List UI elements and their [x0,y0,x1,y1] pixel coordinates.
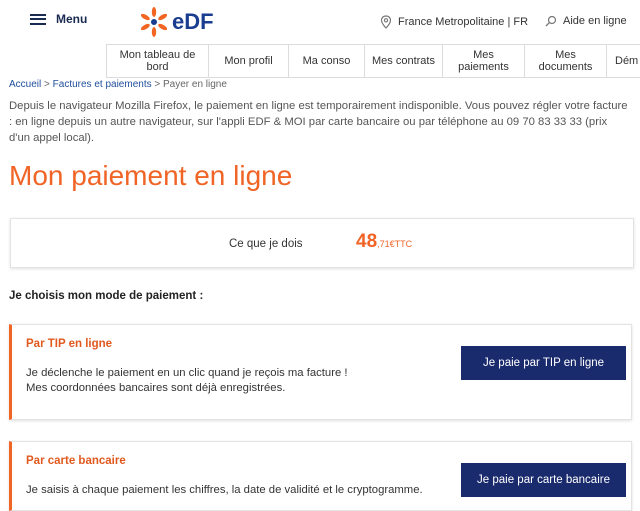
edf-logo[interactable]: eDF [138,6,214,38]
site-header: Menu eDF France Metropolitaine | FR Aide… [0,0,640,44]
payment-option-card: Par carte bancaire Je saisis à chaque pa… [9,441,632,511]
help-link[interactable]: Aide en ligne [545,15,627,27]
logo-text: eDF [172,9,214,34]
page-title: Mon paiement en ligne [9,160,293,191]
breadcrumb-home-link[interactable]: Accueil [9,79,41,90]
payment-option-title: Par TIP en ligne [26,338,113,350]
account-subnav: Mon tableau de bord Mon profil Ma conso … [106,44,640,78]
region-label: France Metropolitaine | FR [398,16,529,28]
hamburger-icon [30,13,46,25]
amount-decimal: ,71 [377,239,390,249]
subnav-item-consumption[interactable]: Ma conso [288,45,364,77]
breadcrumb-section-link[interactable]: Factures et paiements [53,79,152,90]
amount-due-card: Ce que je dois 48,71€TTC [10,218,634,268]
breadcrumb-separator: > [41,79,53,90]
search-icon [545,15,557,27]
subnav-item-documents[interactable]: Mes documents [524,45,606,77]
menu-button[interactable]: Menu [30,12,87,26]
subnav-item-profile[interactable]: Mon profil [208,45,288,77]
payment-option-tip: Par TIP en ligne Je déclenche le paiemen… [9,324,632,420]
pay-tip-button[interactable]: Je paie par TIP en ligne [461,346,626,380]
description-line: Je déclenche le paiement en un clic quan… [26,367,348,379]
subnav-item-contracts[interactable]: Mes contrats [364,45,442,77]
browser-notice: Depuis le navigateur Mozilla Firefox, le… [9,100,628,144]
edf-sun-icon [140,7,168,37]
payment-option-description: Je saisis à chaque paiement les chiffres… [26,484,423,496]
payment-option-description: Je déclenche le paiement en un clic quan… [26,366,348,396]
pay-card-button[interactable]: Je paie par carte bancaire [461,463,626,497]
subnav-item-dashboard[interactable]: Mon tableau de bord [106,45,208,77]
location-pin-icon [380,15,392,29]
breadcrumb-separator: > [151,79,163,90]
amount-due-value: 48,71€TTC [356,231,412,253]
breadcrumb: Accueil > Factures et paiements > Payer … [9,79,227,90]
amount-due-label: Ce que je dois [229,238,303,250]
payment-option-title: Par carte bancaire [26,455,126,467]
subnav-item-payments[interactable]: Mes paiements [442,45,524,77]
breadcrumb-current: Payer en ligne [163,79,227,90]
region-selector[interactable]: France Metropolitaine | FR [380,15,528,29]
menu-label: Menu [56,12,88,26]
description-line: Mes coordonnées bancaires sont déjà enre… [26,382,286,394]
amount-integer: 48 [356,231,378,252]
amount-unit: €TTC [389,239,413,249]
subnav-item-move[interactable]: Dém [606,45,640,77]
payment-mode-heading: Je choisis mon mode de paiement : [9,290,204,302]
help-label: Aide en ligne [563,15,627,27]
